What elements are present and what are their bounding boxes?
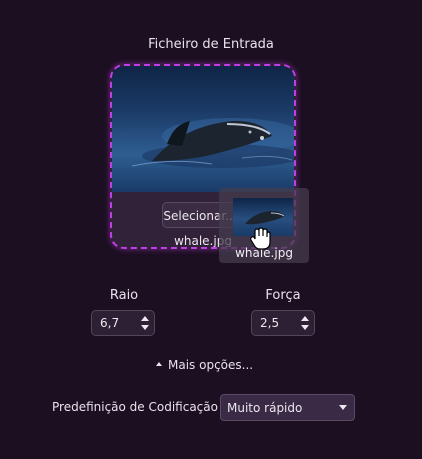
input-file-title: Ficheiro de Entrada [148,37,274,52]
encoding-preset-value: Muito rápido [227,401,303,415]
raio-stepper[interactable] [139,313,151,333]
raio-spinbox[interactable]: 6,7 [91,310,155,336]
grab-cursor-icon [249,227,271,251]
encoding-preset-dropdown[interactable]: Muito rápido [220,394,355,421]
drag-preview: whale.jpg [219,188,309,263]
forca-spinbox[interactable]: 2,5 [251,310,315,336]
more-options-toggle[interactable]: Mais opções... [156,358,253,372]
forca-stepper[interactable] [299,313,311,333]
expand-arrow-icon [156,362,162,366]
raio-label: Raio [109,288,139,303]
image-preview [112,66,294,192]
raio-decrement-icon[interactable] [141,325,149,330]
forca-increment-icon[interactable] [301,316,309,321]
raio-value: 6,7 [100,316,120,330]
forca-label: Força [265,288,301,303]
chevron-down-icon [339,405,347,410]
more-options-label: Mais opções... [168,358,254,372]
raio-increment-icon[interactable] [141,316,149,321]
encoding-preset-label: Predefinição de Codificação [52,400,218,414]
forca-decrement-icon[interactable] [301,325,309,330]
forca-value: 2,5 [260,316,280,330]
